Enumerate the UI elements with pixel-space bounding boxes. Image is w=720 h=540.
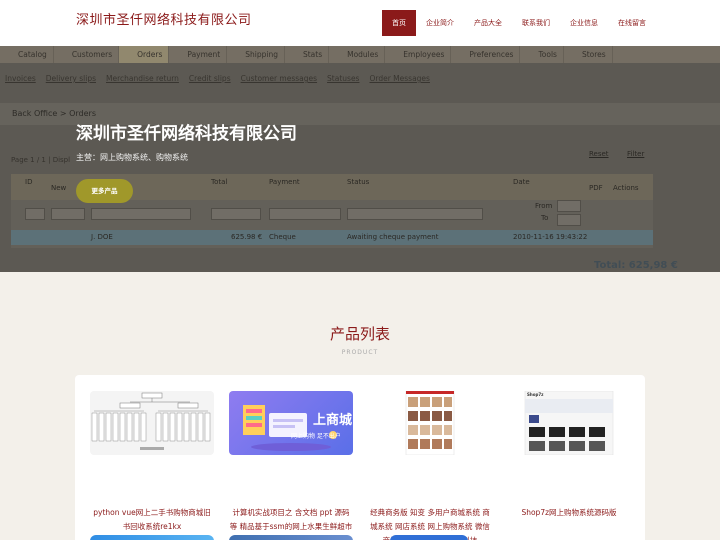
nav-message[interactable]: 在线留言 <box>608 10 656 36</box>
product-image[interactable]: Shop7z <box>507 391 631 455</box>
product-image[interactable]: 上商城 网上购物 足不出户 <box>229 391 353 455</box>
nav-contact[interactable]: 联系我们 <box>512 10 560 36</box>
thumb-subtext: 网上购物 足不出户 <box>291 433 341 440</box>
site-brand[interactable]: 深圳市圣仟网络科技有限公司 <box>76 9 252 28</box>
nav-products[interactable]: 产品大全 <box>464 10 512 36</box>
product-caption[interactable]: Shop7z网上购物系统源码版 <box>507 506 631 520</box>
store-screenshot <box>405 391 455 455</box>
shop7z-screenshot <box>524 391 614 455</box>
nav-home[interactable]: 首页 <box>382 10 416 36</box>
hero-title: 深圳市圣仟网络科技有限公司 <box>76 124 297 144</box>
hero-banner: Catalog Customers Orders Payment Shippin… <box>0 46 720 272</box>
product-image[interactable] <box>90 391 214 455</box>
product-image-next[interactable] <box>390 535 468 540</box>
products-subtitle: PRODUCT <box>341 349 379 356</box>
product-caption[interactable]: python vue网上二手书购物商城旧书回收系统re1kx <box>90 506 214 534</box>
product-list: python vue网上二手书购物商城旧书回收系统re1kx 上商城 网上购物 … <box>75 375 645 540</box>
products-title: 产品列表 <box>329 325 390 343</box>
hero-subtitle: 主营：网上购物系统、购物系统 <box>76 153 188 162</box>
nav-company-info[interactable]: 企业信息 <box>560 10 608 36</box>
product-image-next[interactable] <box>229 535 353 540</box>
product-image[interactable] <box>368 391 492 455</box>
site-header: 深圳市圣仟网络科技有限公司 首页 企业简介 产品大全 联系我们 企业信息 在线留… <box>0 0 720 46</box>
diagram-thumbnail <box>91 392 211 450</box>
nav-about[interactable]: 企业简介 <box>416 10 464 36</box>
thumb-text: 上商城 <box>313 413 353 428</box>
main-nav: 首页 企业简介 产品大全 联系我们 企业信息 在线留言 <box>382 10 656 36</box>
more-products-button[interactable]: 更多产品 <box>76 179 133 203</box>
thumb-logo-text: Shop7z <box>527 392 544 397</box>
product-image-next[interactable] <box>90 535 214 540</box>
